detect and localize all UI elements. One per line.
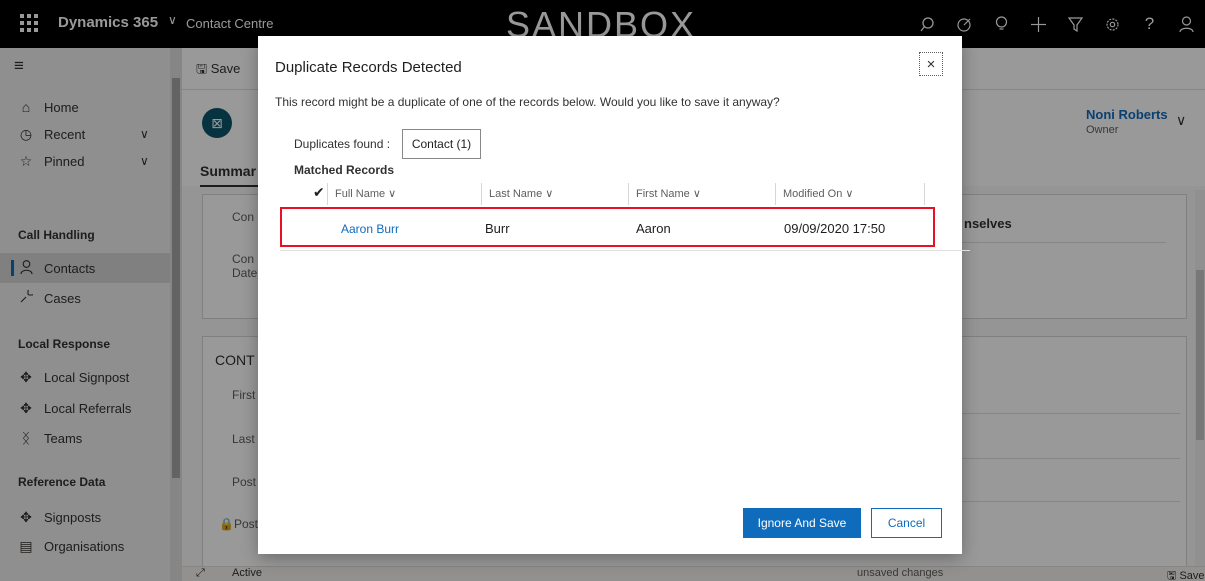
- first-name-cell: Aaron: [636, 221, 671, 236]
- grid-header: ✔ Full Name ∨ Last Name ∨ First Name ∨ M…: [313, 183, 928, 205]
- modified-on-cell: 09/09/2020 17:50: [784, 221, 886, 236]
- column-header-last-name[interactable]: Last Name ∨: [481, 183, 628, 205]
- cancel-button[interactable]: Cancel: [871, 508, 942, 538]
- duplicate-records-dialog: Duplicate Records Detected × This record…: [258, 36, 970, 554]
- ignore-and-save-button[interactable]: Ignore And Save: [743, 508, 861, 538]
- last-name-cell: Burr: [485, 221, 510, 236]
- full-name-link[interactable]: Aaron Burr: [341, 222, 399, 236]
- close-icon[interactable]: ×: [919, 52, 943, 76]
- divider: [280, 250, 970, 251]
- column-header-modified-on[interactable]: Modified On ∨: [775, 183, 925, 205]
- table-row[interactable]: Aaron Burr Burr Aaron 09/09/2020 17:50: [280, 207, 935, 247]
- dialog-message: This record might be a duplicate of one …: [275, 95, 780, 109]
- matched-records-heading: Matched Records: [294, 163, 395, 177]
- select-all-checkmark-icon[interactable]: ✔: [313, 184, 325, 201]
- column-header-full-name[interactable]: Full Name ∨: [327, 183, 481, 205]
- duplicates-found-label: Duplicates found :: [294, 137, 391, 151]
- dialog-title: Duplicate Records Detected: [275, 59, 462, 76]
- column-header-first-name[interactable]: First Name ∨: [628, 183, 775, 205]
- tab-contact-duplicates[interactable]: Contact (1): [402, 129, 481, 159]
